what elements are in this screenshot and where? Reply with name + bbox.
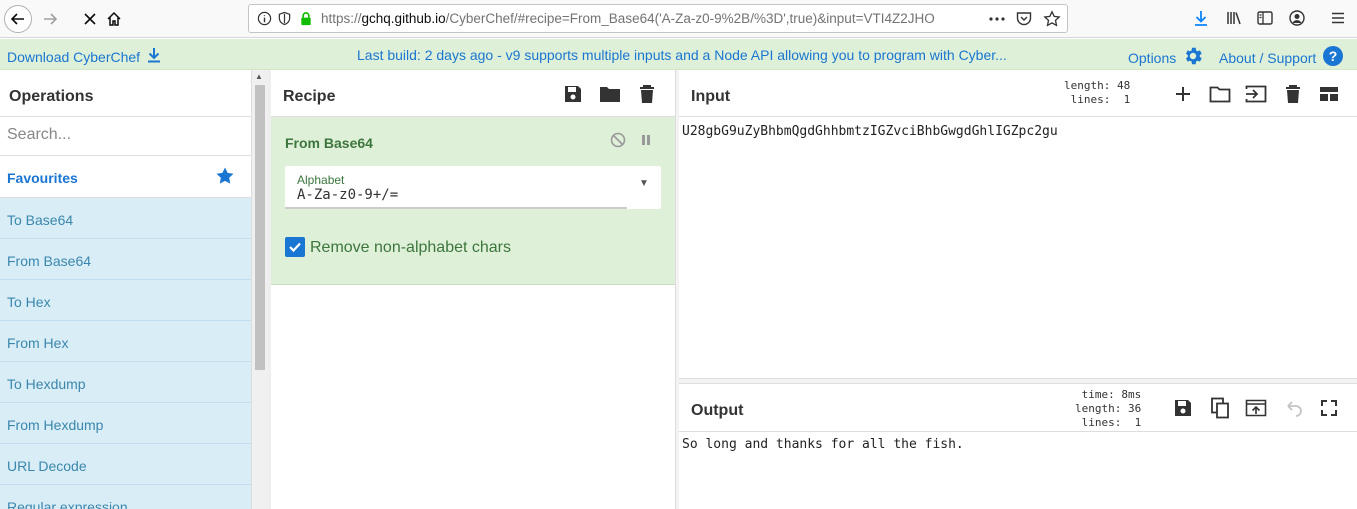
download-icon	[146, 47, 162, 66]
operations-scrollbar[interactable]: ▲	[251, 70, 268, 509]
lock-icon[interactable]	[299, 11, 313, 29]
output-info: time: 8ms length: 36 lines: 1	[1075, 388, 1142, 429]
scrollbar-thumb[interactable]	[255, 85, 265, 370]
operations-search-input[interactable]: Search...	[0, 117, 251, 156]
forward-arrow-icon[interactable]	[36, 5, 64, 33]
operation-item[interactable]: To Hexdump	[0, 362, 251, 403]
build-notice[interactable]: Last build: 2 days ago - v9 supports mul…	[357, 47, 1007, 63]
open-file-icon[interactable]	[1244, 82, 1268, 106]
save-icon[interactable]	[561, 82, 585, 106]
operation-title: From Base64	[285, 135, 373, 151]
operation-item[interactable]: To Hex	[0, 280, 251, 321]
input-underline	[285, 207, 627, 209]
recipe-panel: Recipe From Base64 Alphabet A-Za-z0-9+/=…	[271, 70, 676, 509]
remove-non-alphabet-label[interactable]: Remove non-alphabet chars	[310, 239, 511, 257]
maximise-icon[interactable]	[1317, 396, 1341, 420]
sidebar-icon[interactable]	[1253, 6, 1277, 30]
output-title: Output	[691, 402, 744, 419]
browser-toolbar: https://gchq.github.io/CyberChef/#recipe…	[0, 0, 1357, 38]
info-icon[interactable]	[257, 11, 272, 29]
output-header: Output time: 8ms length: 36 lines: 1	[679, 384, 1357, 432]
url-path: /CyberChef/#recipe=From_Base64('A-Za-z0-…	[445, 11, 935, 26]
about-label: About / Support	[1219, 49, 1317, 66]
pause-icon[interactable]	[637, 131, 655, 152]
pocket-icon[interactable]	[1015, 10, 1033, 31]
gear-icon	[1182, 45, 1204, 70]
url-host: gchq.github.io	[361, 11, 446, 26]
alphabet-label: Alphabet	[297, 173, 345, 187]
scroll-up-arrow-icon[interactable]: ▲	[255, 72, 263, 81]
favourites-label: Favourites	[7, 170, 78, 186]
download-label: Download CyberChef	[7, 48, 141, 65]
url-prefix: https://	[321, 11, 362, 26]
svg-text:?: ?	[1329, 48, 1338, 64]
star-icon	[215, 166, 235, 189]
options-label: Options	[1128, 49, 1177, 66]
operations-title: Operations	[0, 70, 251, 117]
output-textarea[interactable]: So long and thanks for all the fish.	[682, 437, 964, 452]
operation-item[interactable]: To Base64	[0, 198, 251, 239]
operation-item[interactable]: From Hexdump	[0, 403, 251, 444]
shield-icon[interactable]	[277, 11, 292, 29]
input-textarea[interactable]: U28gbG9uZyBhbmQgdGhhbmtzIGZvciBhbGwgdGhl…	[682, 124, 1058, 139]
operation-item[interactable]: URL Decode	[0, 444, 251, 485]
about-support-link[interactable]: About / Support ?	[1219, 45, 1344, 70]
bookmark-star-icon[interactable]	[1043, 10, 1061, 31]
copy-icon[interactable]	[1208, 396, 1232, 420]
alphabet-select[interactable]: Alphabet A-Za-z0-9+/= ▼	[285, 166, 661, 209]
save-icon[interactable]	[1171, 396, 1195, 420]
folder-icon[interactable]	[598, 82, 622, 106]
recipe-title: Recipe	[283, 88, 336, 105]
alphabet-value[interactable]: A-Za-z0-9+/=	[297, 187, 398, 203]
url-text[interactable]: https://gchq.github.io/CyberChef/#recipe…	[321, 11, 951, 26]
operation-item[interactable]: From Base64	[0, 239, 251, 280]
dropdown-caret-icon[interactable]: ▼	[639, 178, 649, 189]
trash-icon[interactable]	[1281, 82, 1305, 106]
undo-icon[interactable]	[1281, 396, 1305, 420]
input-panel: Input length: 48 lines: 1 U28gbG9uZyBhbm…	[679, 70, 1357, 378]
menu-icon[interactable]	[1326, 6, 1350, 30]
back-arrow-icon[interactable]	[4, 5, 32, 33]
input-title: Input	[691, 88, 731, 105]
layout-icon[interactable]	[1317, 82, 1341, 106]
input-header: Input length: 48 lines: 1	[679, 70, 1357, 117]
operation-item[interactable]: Regular expression	[0, 485, 251, 509]
options-link[interactable]: Options	[1128, 45, 1204, 70]
add-icon[interactable]	[1171, 82, 1195, 106]
account-icon[interactable]	[1285, 6, 1309, 30]
remove-non-alphabet-checkbox[interactable]	[285, 237, 305, 257]
help-icon: ?	[1322, 45, 1344, 70]
favourites-category[interactable]: Favourites	[0, 156, 251, 198]
url-bar[interactable]: https://gchq.github.io/CyberChef/#recipe…	[248, 4, 1068, 33]
home-icon[interactable]	[100, 5, 128, 33]
input-info: length: 48 lines: 1	[1064, 79, 1131, 106]
library-icon[interactable]	[1222, 6, 1246, 30]
open-folder-icon[interactable]	[1208, 82, 1232, 106]
banner: Download CyberChef Last build: 2 days ag…	[0, 39, 1357, 70]
operations-panel: Operations Search... Favourites To Base6…	[0, 70, 251, 509]
download-cyberchef-link[interactable]: Download CyberChef	[7, 47, 162, 66]
recipe-operation-from-base64[interactable]: From Base64 Alphabet A-Za-z0-9+/= ▼ Remo…	[271, 117, 675, 285]
download-icon[interactable]	[1189, 6, 1213, 30]
recipe-header: Recipe	[271, 70, 675, 117]
page-actions-icon[interactable]	[987, 10, 1007, 31]
replace-input-icon[interactable]	[1244, 396, 1268, 420]
disable-icon[interactable]	[609, 131, 627, 152]
trash-icon[interactable]	[635, 82, 659, 106]
operation-item[interactable]: From Hex	[0, 321, 251, 362]
output-panel: Output time: 8ms length: 36 lines: 1 So …	[679, 384, 1357, 509]
